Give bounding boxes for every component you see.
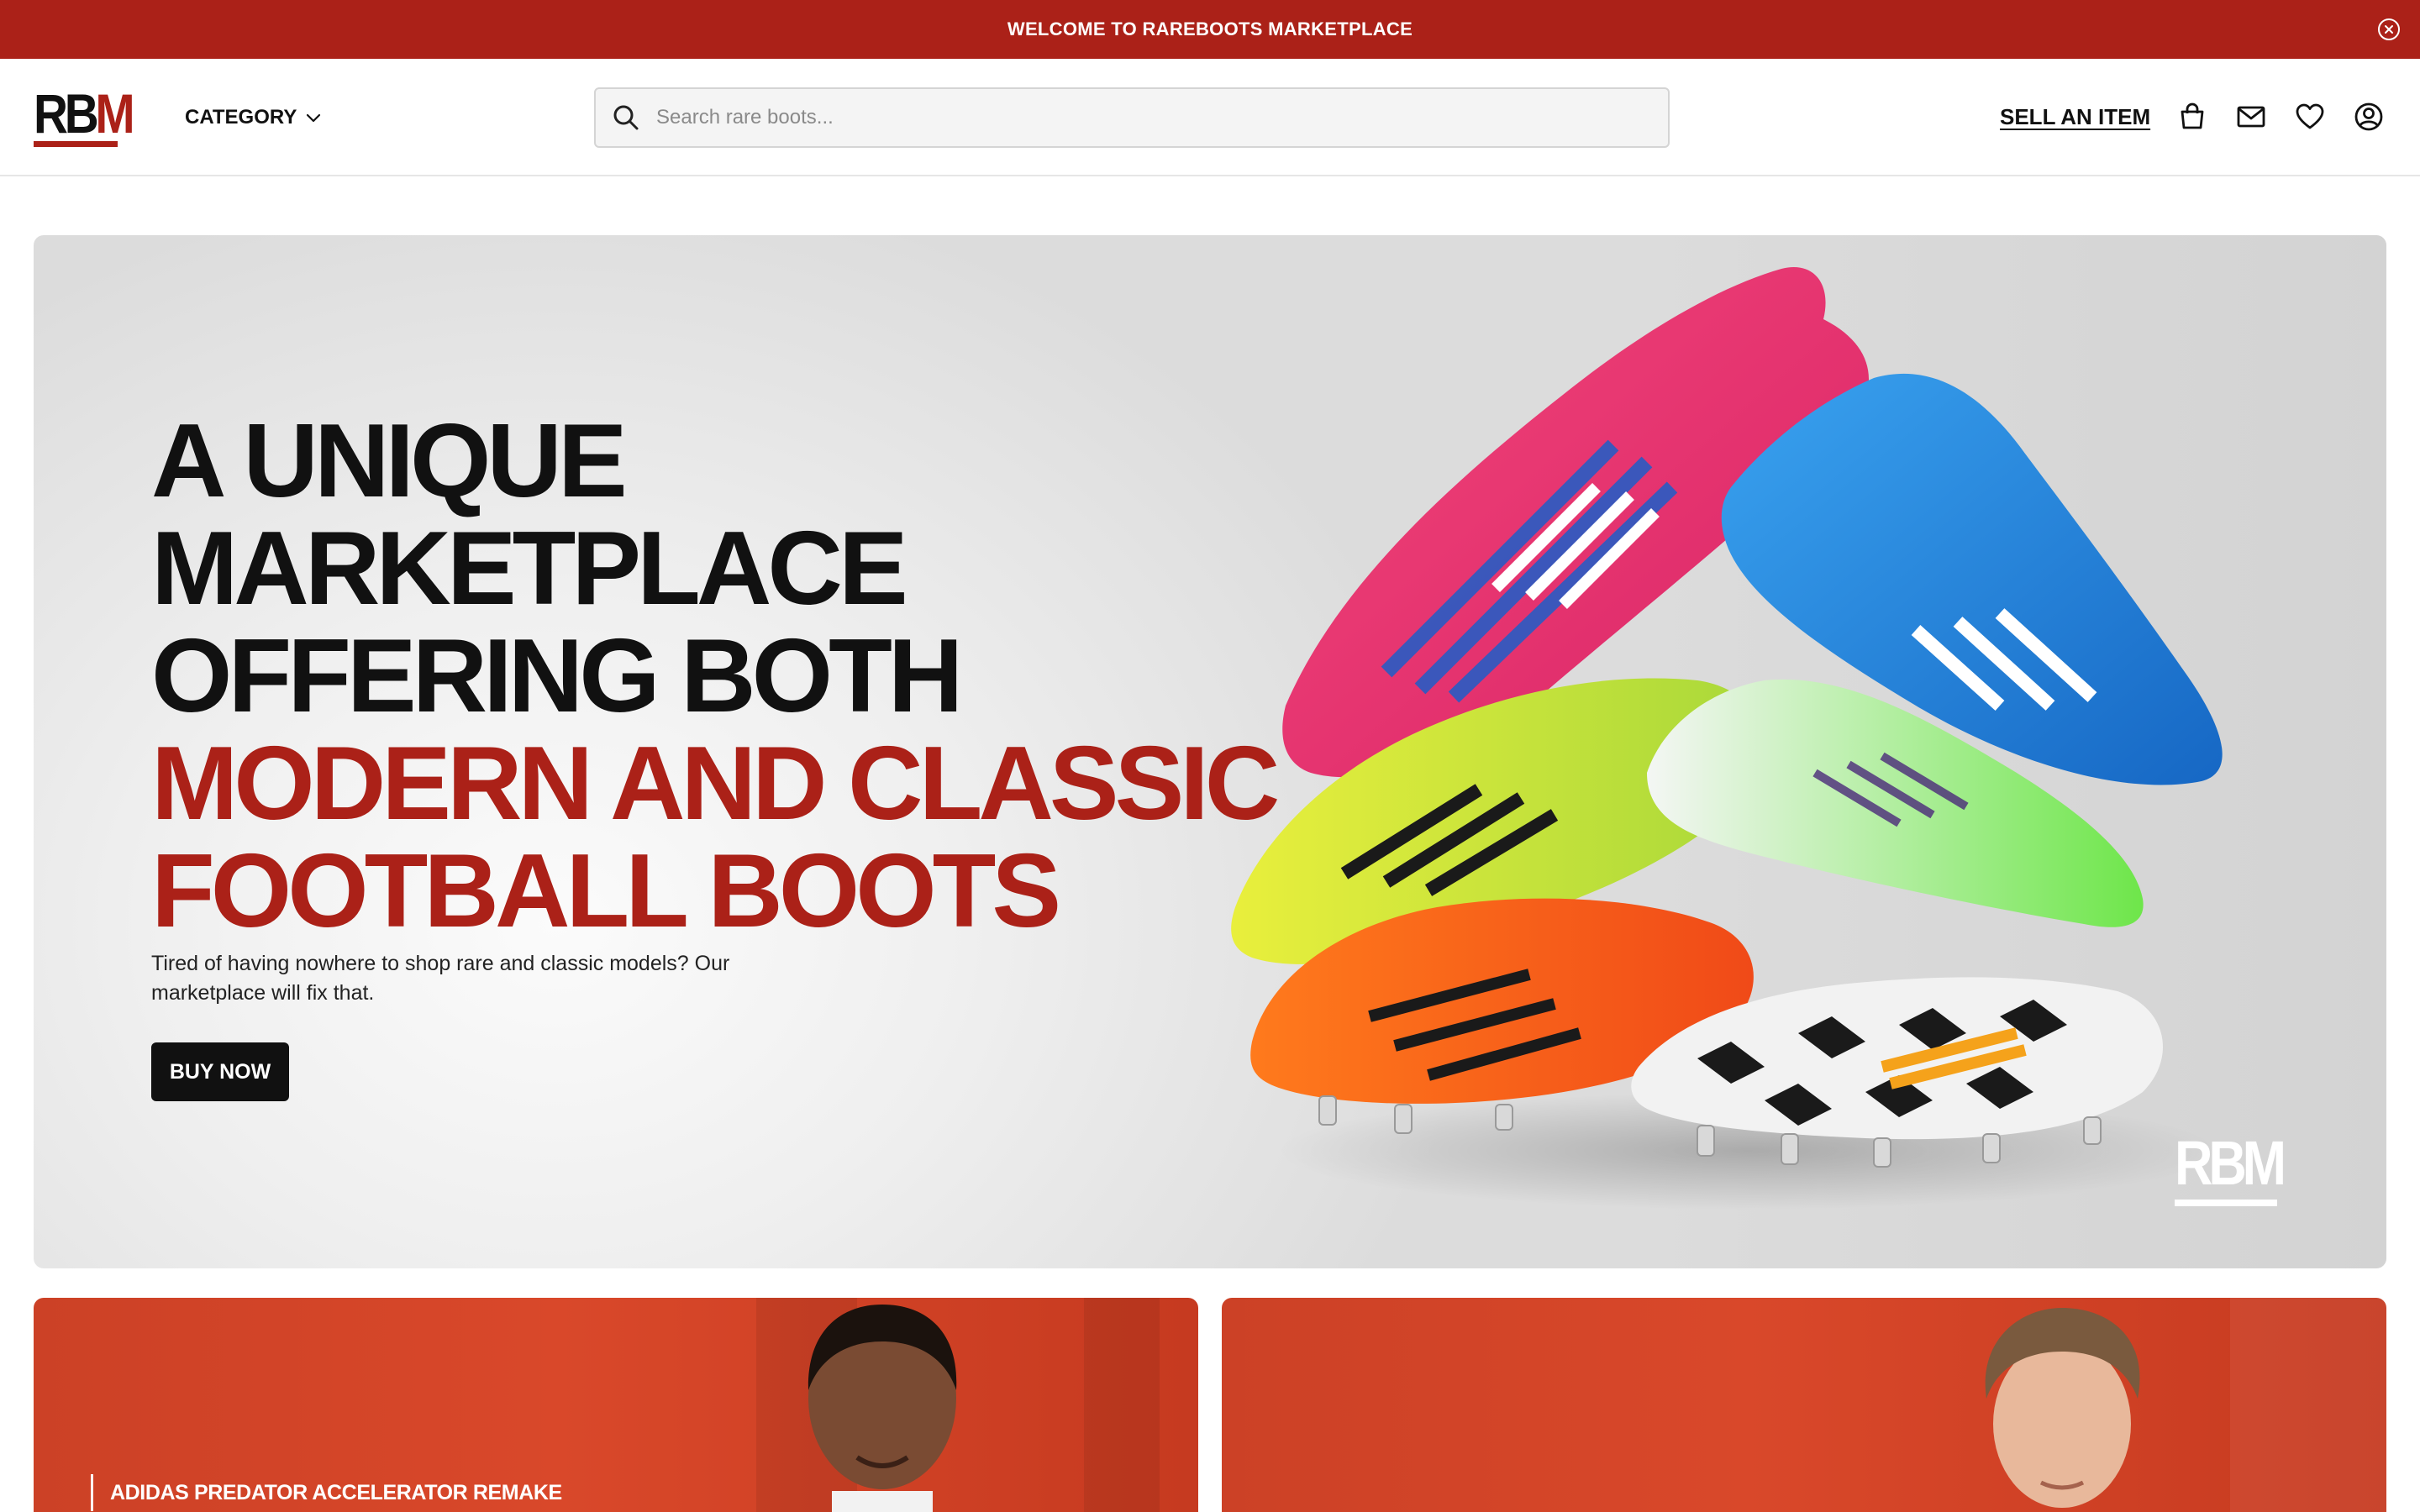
heart-icon[interactable]	[2293, 100, 2327, 134]
sell-item-link[interactable]: SELL AN ITEM	[2000, 104, 2150, 130]
card-caption: ADIDAS PREDATOR ACCELERATOR REMAKE	[110, 1480, 562, 1504]
search-input[interactable]	[641, 89, 1668, 146]
search-bar	[594, 87, 1670, 148]
product-card[interactable]: ADIDAS PREDATOR ACCELERATOR REMAKE	[34, 1298, 1198, 1512]
logo-letter-m: M	[95, 82, 134, 144]
hero-title-line: MARKETPLACE	[151, 511, 908, 627]
site-header: RBM CATEGORY SELL AN ITEM	[0, 59, 2420, 176]
football-boots-image	[1231, 267, 2223, 1210]
hero-watermark-logo: RBM	[2175, 1132, 2286, 1210]
user-account-icon[interactable]	[2352, 100, 2386, 134]
announcement-bar: WELCOME TO RAREBOOTS MARKETPLACE	[0, 0, 2420, 59]
search-icon[interactable]	[611, 102, 641, 133]
player-photo	[808, 1305, 957, 1512]
caption-divider	[91, 1474, 93, 1511]
mail-icon[interactable]	[2234, 100, 2268, 134]
chevron-down-icon	[307, 113, 321, 123]
announcement-text: WELCOME TO RAREBOOTS MARKETPLACE	[1007, 18, 1413, 39]
hero-title: A UNIQUE MARKETPLACE OFFERING BOTH MODER…	[151, 403, 1280, 949]
buy-now-button[interactable]: BUY NOW	[151, 1042, 289, 1101]
hero-title-line: A UNIQUE	[151, 403, 628, 519]
logo-letter-b: B	[64, 82, 99, 144]
hero-title-highlight-line: MODERN AND CLASSIC	[151, 726, 1280, 842]
close-icon[interactable]	[2378, 18, 2400, 40]
category-dropdown[interactable]: CATEGORY	[185, 102, 322, 133]
product-card[interactable]	[1222, 1298, 2386, 1512]
hero-banner: A UNIQUE MARKETPLACE OFFERING BOTH MODER…	[34, 235, 2386, 1268]
logo-underline	[34, 141, 118, 147]
shopping-bag-icon[interactable]	[2175, 100, 2209, 134]
hero-title-highlight-line: FOOTBALL BOOTS	[151, 833, 1061, 949]
player-photo	[1985, 1308, 2140, 1508]
hero-subtitle: Tired of having nowhere to shop rare and…	[151, 952, 730, 1005]
logo-letter-r: R	[34, 82, 68, 144]
category-label: CATEGORY	[185, 106, 297, 129]
hero-title-line: OFFERING BOTH	[151, 618, 963, 734]
site-logo[interactable]: RBM	[34, 86, 135, 150]
